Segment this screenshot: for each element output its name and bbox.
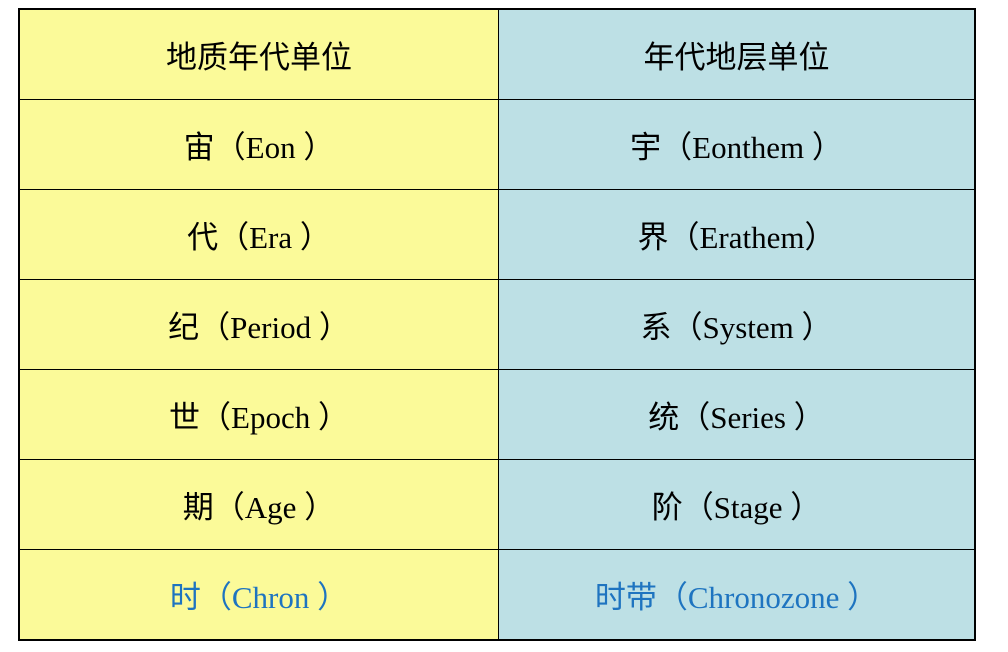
cell-system: 系（System ） xyxy=(499,280,974,370)
cell-en-text: （Chron ） xyxy=(200,580,349,615)
cell-en-text: （Stage ） xyxy=(682,490,822,525)
cell-en-text: （System ） xyxy=(671,310,833,345)
cell-en-text: （Erathem） xyxy=(668,220,836,255)
geologic-units-table: 地质年代单位 宙（Eon ） 代（Era ） 纪（Period ） 世（Epoc… xyxy=(18,8,976,641)
cell-en-text: （Period ） xyxy=(199,310,350,345)
cell-cn-text: 时带 xyxy=(594,580,657,616)
cell-series: 统（Series ） xyxy=(499,370,974,460)
header-geochronologic-units: 地质年代单位 xyxy=(20,10,498,100)
header-chronostratigraphic-units: 年代地层单位 xyxy=(499,10,974,100)
cell-chron: 时（Chron ） xyxy=(20,550,498,639)
cell-cn-text: 系 xyxy=(640,310,672,346)
cell-stage: 阶（Stage ） xyxy=(499,460,974,550)
geochronologic-units-column: 地质年代单位 宙（Eon ） 代（Era ） 纪（Period ） 世（Epoc… xyxy=(20,10,499,639)
cell-en-text: （Epoch ） xyxy=(200,400,349,435)
header-label: 地质年代单位 xyxy=(166,40,352,76)
cell-age: 期（Age ） xyxy=(20,460,498,550)
cell-en-text: （Eon ） xyxy=(214,130,335,165)
cell-period: 纪（Period ） xyxy=(20,280,498,370)
cell-eon: 宙（Eon ） xyxy=(20,100,498,190)
cell-en-text: （Era ） xyxy=(218,220,331,255)
cell-cn-text: 期 xyxy=(182,490,214,526)
header-label: 年代地层单位 xyxy=(643,40,830,76)
cell-en-text: （Age ） xyxy=(213,490,336,525)
cell-era: 代（Era ） xyxy=(20,190,498,280)
cell-cn-text: 世 xyxy=(169,400,201,436)
cell-epoch: 世（Epoch ） xyxy=(20,370,498,460)
cell-en-text: （Chronozone ） xyxy=(656,580,879,615)
cell-cn-text: 阶 xyxy=(651,490,683,526)
cell-chronozone: 时带 （Chronozone ） xyxy=(499,550,974,639)
cell-cn-text: 界 xyxy=(637,220,669,256)
cell-en-text: （Eonthem ） xyxy=(661,130,843,165)
cell-eonthem: 宇（Eonthem ） xyxy=(499,100,974,190)
cell-cn-text: 宙 xyxy=(183,130,215,166)
chronostratigraphic-units-column: 年代地层单位 宇（Eonthem ） 界（Erathem） 系（System ）… xyxy=(499,10,974,639)
cell-cn-text: 代 xyxy=(187,220,219,256)
cell-cn-text: 宇 xyxy=(630,130,662,166)
cell-cn-text: 纪 xyxy=(168,310,200,346)
cell-en-text: （Series ） xyxy=(679,400,825,435)
cell-erathem: 界（Erathem） xyxy=(499,190,974,280)
cell-cn-text: 统 xyxy=(648,400,680,436)
cell-cn-text: 时 xyxy=(169,580,201,616)
